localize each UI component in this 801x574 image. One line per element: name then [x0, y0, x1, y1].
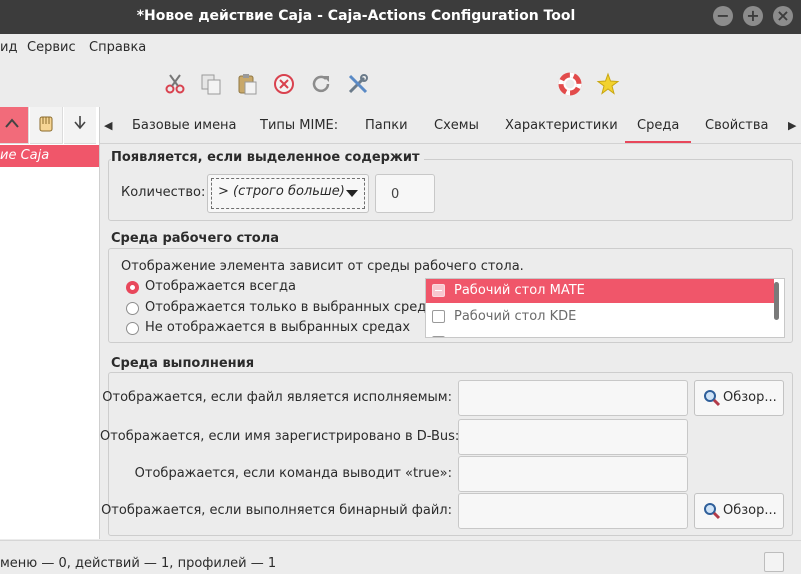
drag-button[interactable]	[30, 107, 63, 144]
menu-tree-pane: ие Caja	[0, 107, 100, 539]
executable-label: Отображается, если файл является исполня…	[102, 390, 452, 405]
binary-field[interactable]	[458, 493, 688, 529]
minimize-button[interactable]: −	[713, 6, 733, 26]
chevron-down-icon	[74, 116, 86, 130]
status-text: меню — 0, действий — 1, профилей — 1	[0, 556, 277, 571]
environment-list[interactable]: Рабочий стол MATE Рабочий стол KDE	[425, 278, 785, 338]
tab-folders[interactable]: Папки	[365, 107, 408, 143]
window-title: *Новое действие Caja - Caja-Actions Conf…	[136, 8, 576, 24]
tab-capabilities[interactable]: Характеристики	[505, 107, 618, 143]
binary-browse-button[interactable]: Обзор...	[694, 493, 784, 529]
scissors-icon[interactable]	[163, 72, 187, 96]
list-item-mate-label: Рабочий стол MATE	[454, 283, 585, 298]
tab-properties[interactable]: Свойства	[705, 107, 769, 143]
count-number-field[interactable]: 0	[375, 174, 435, 213]
dbus-label: Отображается, если имя зарегистрировано …	[100, 429, 460, 444]
tools-icon[interactable]	[346, 72, 370, 96]
executable-browse-label: Обзор...	[723, 390, 777, 405]
menu-help[interactable]: Справка	[89, 40, 146, 55]
checkbox-partial[interactable]	[432, 336, 445, 337]
menu-bar: ид Сервис Справка	[0, 34, 801, 61]
tab-environment[interactable]: Среда	[625, 107, 692, 143]
count-operator-combo[interactable]: > (строго больше)	[207, 174, 369, 213]
list-scrollbar[interactable]	[774, 282, 779, 320]
hand-icon	[39, 116, 53, 132]
maximize-button[interactable]: +	[743, 6, 763, 26]
tab-mimetypes[interactable]: Типы MIME:	[260, 107, 338, 143]
radio-not-selected-label[interactable]: Не отображается в выбранных средах	[145, 320, 410, 335]
executable-browse-button[interactable]: Обзор...	[694, 380, 784, 416]
menu-edit[interactable]: ид	[0, 40, 17, 55]
copy-icon[interactable]	[199, 72, 223, 96]
status-indicator	[764, 552, 784, 572]
list-item-partial[interactable]	[426, 331, 774, 337]
tab-scroll-right-icon[interactable]: ▶	[788, 119, 796, 132]
desktop-description: Отображение элемента зависит от среды ра…	[121, 259, 524, 274]
reload-icon[interactable]	[309, 72, 333, 96]
status-bar: меню — 0, действий — 1, профилей — 1	[0, 540, 801, 574]
help-icon[interactable]	[558, 72, 582, 96]
paste-icon[interactable]	[235, 72, 259, 96]
tab-bar: ◀ Базовые имена Типы MIME: Папки Схемы Х…	[100, 107, 801, 144]
menu-tools[interactable]: Сервис	[27, 40, 76, 55]
desktop-frame-title: Среда рабочего стола	[111, 231, 284, 246]
search-icon	[704, 390, 721, 407]
search-icon	[704, 503, 721, 520]
tab-scroll-left-icon[interactable]: ◀	[104, 119, 112, 132]
executable-field[interactable]	[458, 380, 688, 416]
selection-frame-title: Появляется, если выделенное содержит	[111, 150, 424, 165]
radio-not-selected-button[interactable]	[126, 322, 139, 335]
count-label: Количество:	[121, 185, 206, 200]
radio-always-label[interactable]: Отображается всегда	[145, 279, 296, 294]
command-field[interactable]	[458, 456, 688, 492]
radio-only-selected-button[interactable]	[126, 302, 139, 315]
count-operator-value: > (строго больше)	[218, 184, 345, 199]
checkbox-kde[interactable]	[432, 310, 445, 323]
tab-basenames[interactable]: Базовые имена	[132, 107, 237, 143]
command-label: Отображается, если команда выводит «true…	[134, 466, 452, 481]
radio-only-selected-label[interactable]: Отображается только в выбранных средах	[145, 300, 442, 315]
title-bar: *Новое действие Caja - Caja-Actions Conf…	[0, 0, 801, 34]
runtime-frame-title: Среда выполнения	[111, 356, 259, 371]
chevron-up-icon	[5, 118, 19, 128]
binary-browse-label: Обзор...	[723, 503, 777, 518]
count-number-value: 0	[391, 187, 400, 202]
binary-label: Отображается, если выполняется бинарный …	[101, 503, 452, 518]
tree-item-action[interactable]: ие Caja	[0, 145, 99, 167]
toolbar	[0, 61, 801, 108]
move-up-button[interactable]	[0, 107, 29, 144]
list-item-kde[interactable]: Рабочий стол KDE	[426, 305, 774, 329]
dbus-field[interactable]	[458, 419, 688, 455]
dropdown-arrow-icon	[346, 190, 358, 197]
about-icon[interactable]	[596, 72, 620, 96]
move-down-button[interactable]	[64, 107, 96, 144]
list-item-kde-label: Рабочий стол KDE	[454, 309, 577, 324]
tab-schemes[interactable]: Схемы	[434, 107, 479, 143]
delete-icon[interactable]	[272, 72, 296, 96]
close-button[interactable]: ×	[773, 6, 793, 26]
list-item-mate[interactable]: Рабочий стол MATE	[426, 279, 774, 303]
checkbox-mate[interactable]	[432, 284, 445, 297]
radio-always-button[interactable]	[126, 281, 139, 294]
